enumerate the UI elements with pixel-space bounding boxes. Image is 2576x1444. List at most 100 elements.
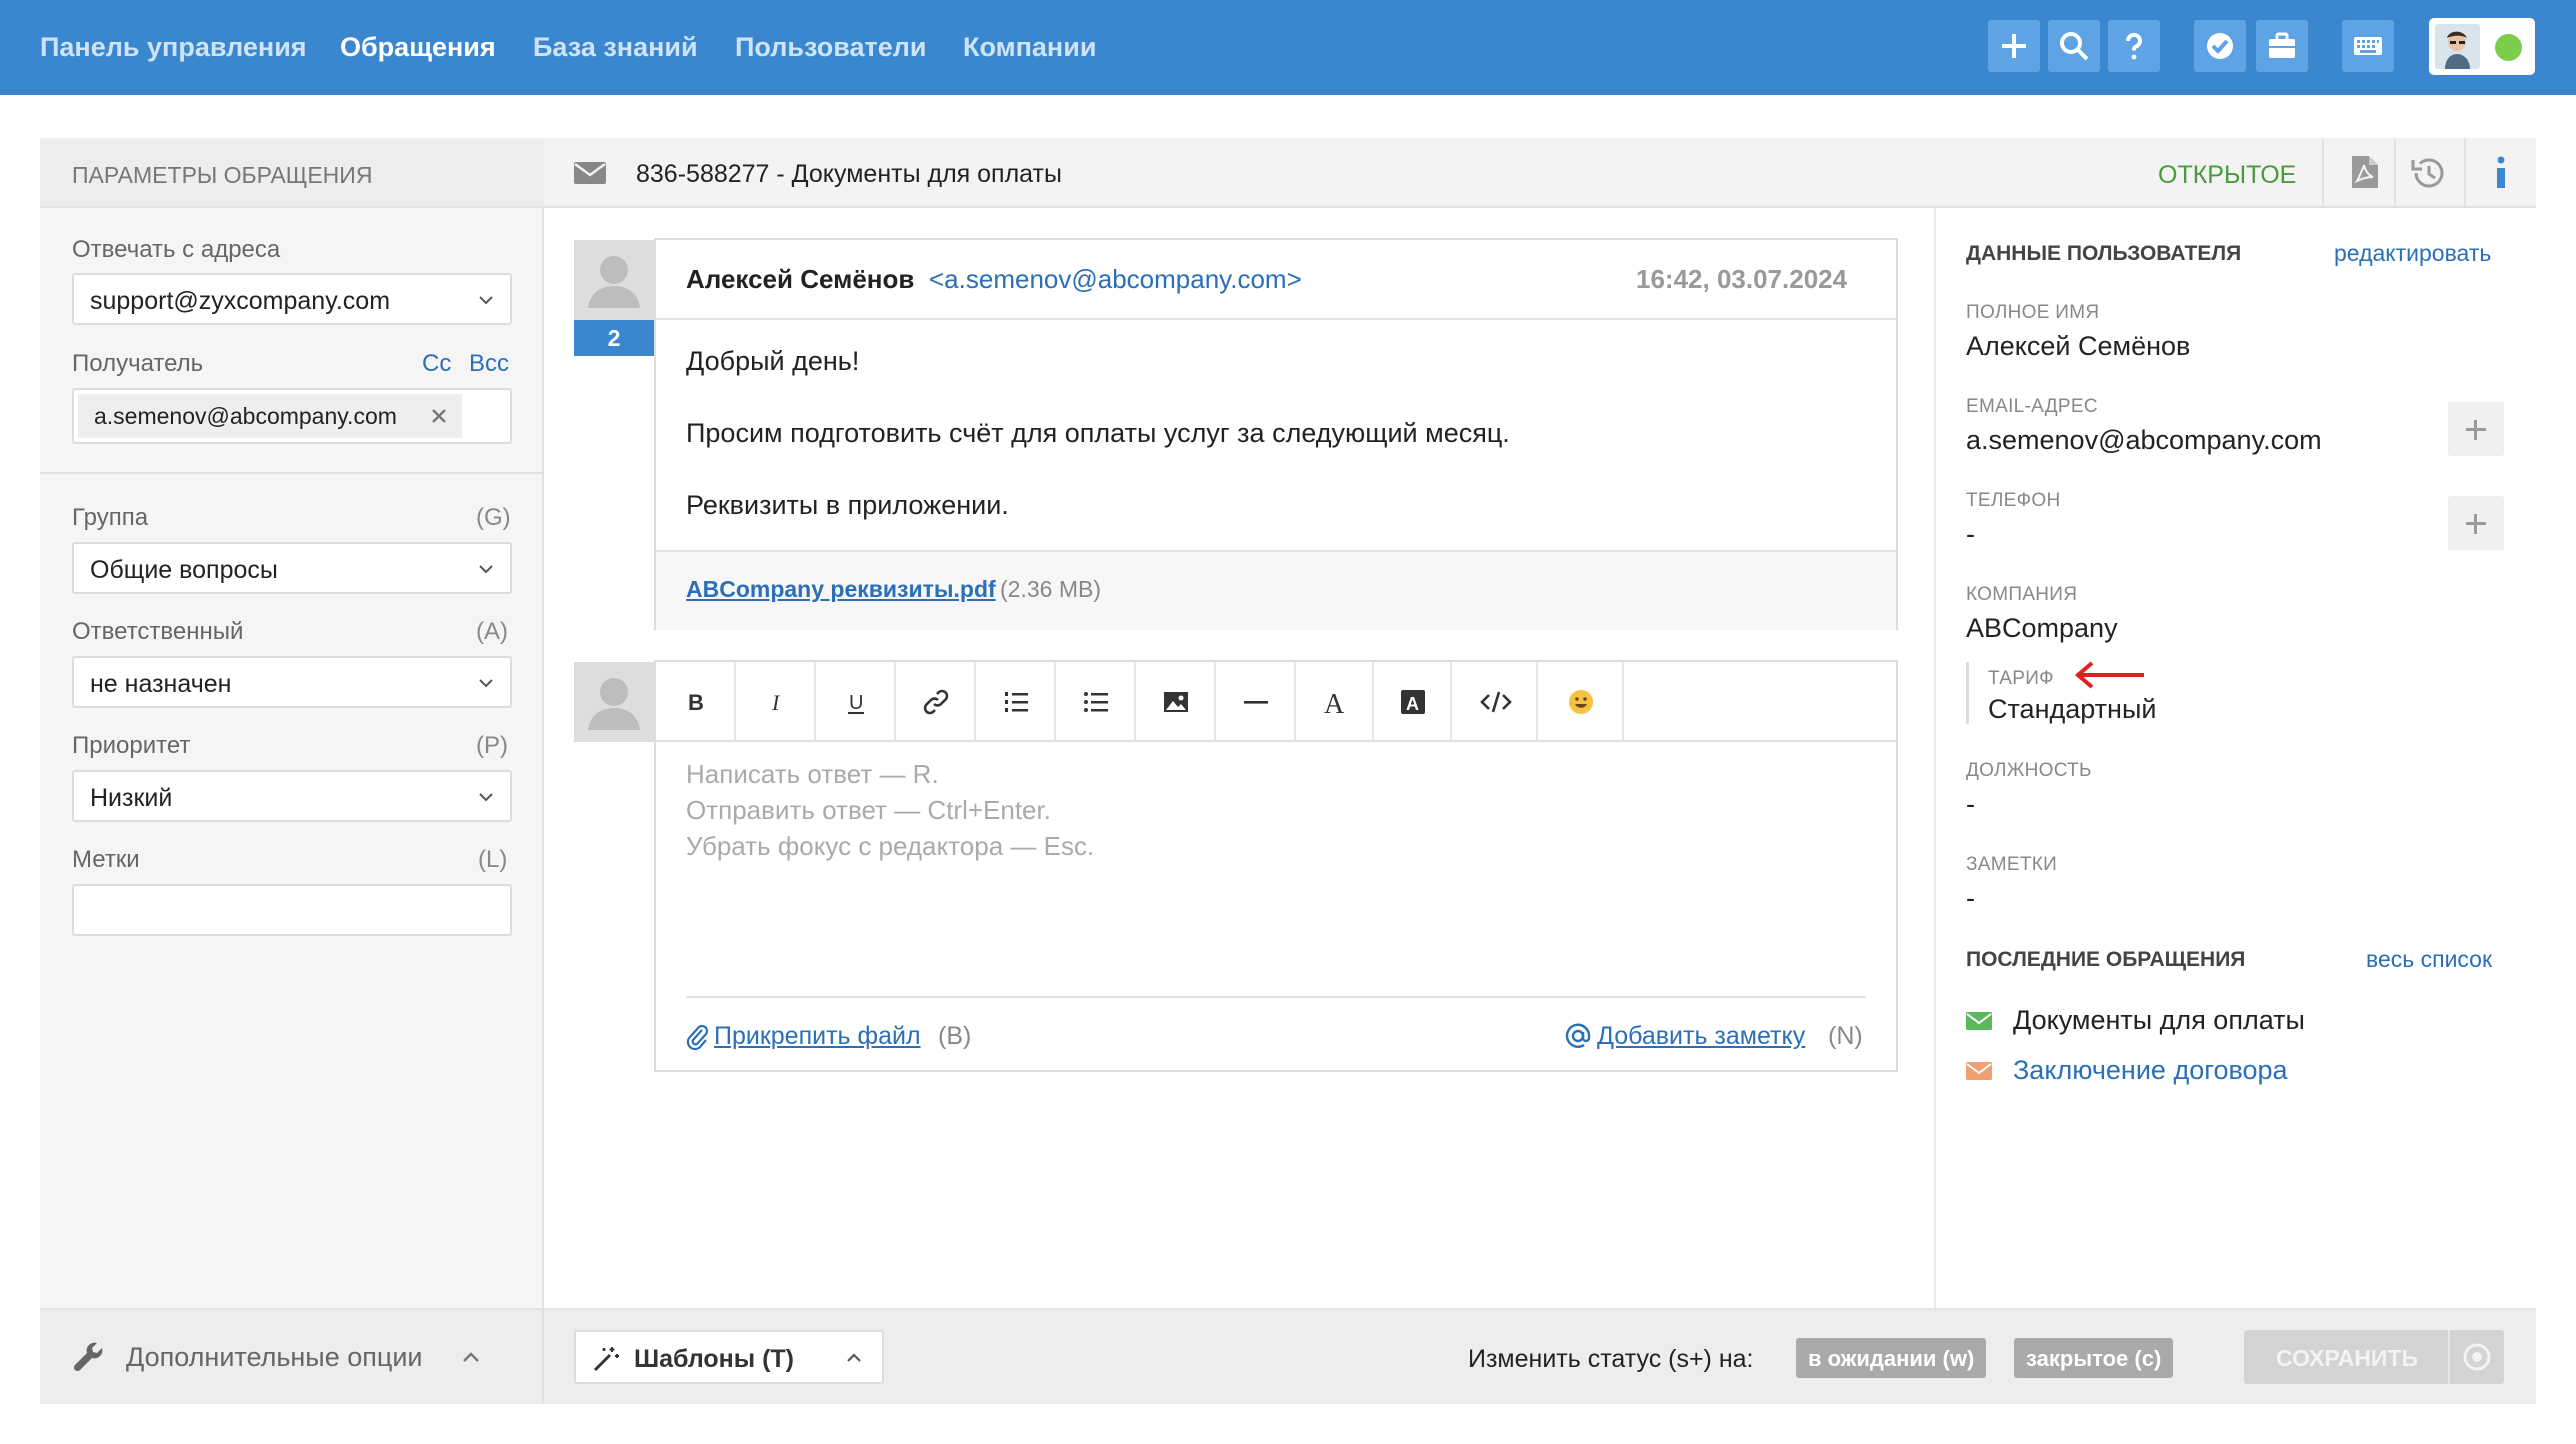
fullname-value: Алексей Семёнов	[1966, 331, 2191, 361]
image-icon	[1164, 692, 1188, 712]
bullet-list-icon	[1084, 692, 1108, 712]
save-button[interactable]: СОХРАНИТЬ	[2244, 1330, 2504, 1384]
bcc-link[interactable]: Bcc	[469, 350, 509, 378]
code-icon	[1480, 691, 1512, 713]
chevron-up-icon	[847, 1353, 861, 1362]
emoji-icon	[1569, 690, 1593, 714]
tags-label: Метки	[72, 846, 140, 873]
chevron-down-icon	[479, 679, 493, 688]
assignee-select[interactable]: не назначен	[72, 656, 512, 708]
attach-file-shortcut: (B)	[938, 1022, 972, 1050]
save-options-icon[interactable]	[2462, 1342, 2492, 1372]
message-author-email[interactable]: <a.semenov@abcompany.com>	[929, 264, 1302, 295]
assignee-shortcut: (A)	[476, 618, 508, 645]
phone-label: ТЕЛЕФОН	[1966, 490, 2061, 511]
email-label: EMAIL-АДРЕС	[1966, 396, 2098, 417]
reply-from-select[interactable]: support@zyxcompany.com	[72, 273, 512, 325]
text-color-button[interactable]: A	[1296, 662, 1374, 742]
cc-link[interactable]: Cc	[422, 350, 451, 378]
svg-text:B: B	[688, 690, 704, 715]
horizontal-rule-button[interactable]	[1216, 662, 1296, 742]
tags-input[interactable]	[72, 884, 512, 936]
help-icon[interactable]	[2108, 20, 2160, 72]
status-badge: ОТКРЫТОЕ	[2158, 161, 2297, 189]
reply-textarea[interactable]: Написать ответ — R. Отправить ответ — Ct…	[686, 756, 1866, 986]
nav-companies[interactable]: Компании	[963, 32, 1096, 63]
nav-tickets[interactable]: Обращения	[340, 32, 496, 63]
italic-button[interactable]: I	[736, 662, 816, 742]
search-icon[interactable]	[2048, 20, 2100, 72]
add-note-link[interactable]: Добавить заметку	[1597, 1022, 1805, 1051]
templates-label: Шаблоны (T)	[634, 1345, 794, 1373]
chevron-down-icon	[479, 793, 493, 802]
bold-button[interactable]: B	[656, 662, 736, 742]
email-value[interactable]: a.semenov@abcompany.com	[1966, 425, 2322, 456]
attach-file-link[interactable]: Прикрепить файл	[714, 1022, 921, 1051]
ordered-list-icon	[1005, 692, 1028, 712]
nav-dashboard[interactable]: Панель управления	[40, 32, 307, 63]
add-phone-button[interactable]	[2448, 496, 2504, 550]
status-waiting-button[interactable]: в ожидании (w)	[1796, 1338, 1987, 1378]
plus-icon[interactable]	[1988, 20, 2040, 72]
divider	[2394, 138, 2396, 206]
change-status-label: Изменить статус (s+) на:	[1468, 1345, 1754, 1373]
background-color-icon: A	[1401, 690, 1425, 714]
more-options-toggle[interactable]: Дополнительные опции	[126, 1342, 423, 1373]
link-button[interactable]	[896, 662, 976, 742]
message-body: Просим подготовить счёт для оплаты услуг…	[686, 418, 1510, 448]
keyboard-icon[interactable]	[2342, 20, 2394, 72]
message-time: 16:42, 03.07.2024	[1636, 264, 1848, 294]
remove-recipient-icon[interactable]	[430, 407, 448, 425]
nav-users[interactable]: Пользователи	[735, 32, 926, 63]
avatar	[574, 240, 654, 320]
envelope-icon	[1966, 1062, 1992, 1080]
priority-value: Низкий	[90, 784, 173, 812]
status-closed-button[interactable]: закрытое (c)	[2014, 1338, 2174, 1378]
company-value[interactable]: ABCompany	[1966, 613, 2118, 644]
recent-ticket-2[interactable]: Заключение договора	[2013, 1055, 2288, 1086]
online-status-dot	[2495, 34, 2522, 61]
reply-from-value: support@zyxcompany.com	[90, 287, 391, 315]
add-note-shortcut: (N)	[1828, 1022, 1863, 1050]
annotation-arrow-icon	[2074, 661, 2144, 689]
chevron-up-icon[interactable]	[460, 1346, 482, 1368]
chevron-down-icon	[479, 296, 493, 305]
position-label: ДОЛЖНОСТЬ	[1966, 760, 2092, 781]
insert-image-button[interactable]	[1136, 662, 1216, 742]
tariff-indent-line	[1966, 662, 1969, 724]
add-email-button[interactable]	[2448, 402, 2504, 456]
divider	[40, 472, 544, 474]
chevron-down-icon	[479, 565, 493, 574]
attachment-link[interactable]: ABCompany реквизиты.pdf	[686, 576, 996, 603]
divider	[686, 996, 1866, 998]
top-navigation-bar: Панель управления Обращения База знаний …	[0, 0, 2576, 95]
divider	[2464, 138, 2466, 206]
bullet-list-button[interactable]	[1056, 662, 1136, 742]
emoji-button[interactable]	[1538, 662, 1624, 742]
underline-button[interactable]: U	[816, 662, 896, 742]
fullname-label: ПОЛНОЕ ИМЯ	[1966, 302, 2100, 323]
all-tickets-link[interactable]: весь список	[2366, 946, 2492, 973]
recent-ticket-1[interactable]: Документы для оплаты	[2013, 1005, 2305, 1036]
nav-knowledge-base[interactable]: База знаний	[533, 32, 698, 63]
recipient-field[interactable]: a.semenov@abcompany.com	[72, 388, 512, 444]
ordered-list-button[interactable]	[976, 662, 1056, 742]
at-sign-icon	[1565, 1023, 1591, 1048]
svg-text:A: A	[1324, 689, 1345, 716]
info-icon[interactable]	[2494, 156, 2508, 190]
templates-button[interactable]: Шаблоны (T)	[574, 1330, 884, 1384]
phone-value: -	[1966, 519, 1975, 549]
history-icon[interactable]	[2410, 156, 2446, 190]
edit-user-link[interactable]: редактировать	[2334, 240, 2491, 267]
background-color-button[interactable]: A	[1374, 662, 1452, 742]
magic-wand-icon	[593, 1347, 619, 1372]
avatar	[2435, 24, 2480, 69]
priority-select[interactable]: Низкий	[72, 770, 512, 822]
check-badge-icon[interactable]	[2194, 20, 2246, 72]
briefcase-icon[interactable]	[2256, 20, 2308, 72]
user-menu[interactable]	[2429, 18, 2535, 75]
group-select[interactable]: Общие вопросы	[72, 542, 512, 594]
pdf-file-icon[interactable]	[2352, 156, 2378, 188]
source-code-button[interactable]	[1452, 662, 1538, 742]
priority-label: Приоритет	[72, 732, 191, 759]
